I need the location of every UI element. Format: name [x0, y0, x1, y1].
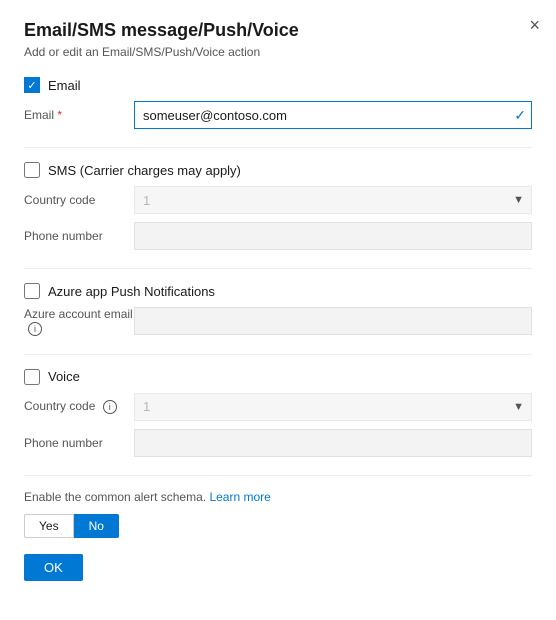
- voice-country-code-wrapper: 1 ▼: [134, 393, 532, 421]
- push-info-icon: i: [28, 322, 42, 336]
- push-email-row: Azure account email i: [24, 307, 532, 336]
- ok-button[interactable]: OK: [24, 554, 83, 581]
- dialog-title: Email/SMS message/Push/Voice: [24, 20, 532, 41]
- push-section-header: Azure app Push Notifications: [24, 283, 532, 299]
- email-input[interactable]: [134, 101, 532, 129]
- push-section-label: Azure app Push Notifications: [48, 284, 215, 299]
- push-email-label: Azure account email i: [24, 307, 134, 336]
- sms-section-header: SMS (Carrier charges may apply): [24, 162, 532, 178]
- close-button[interactable]: ×: [529, 16, 540, 34]
- dialog-title-bar: Email/SMS message/Push/Voice Add or edit…: [24, 20, 532, 59]
- sms-phone-row: Phone number: [24, 222, 532, 250]
- divider-3: [24, 354, 532, 355]
- voice-phone-label: Phone number: [24, 436, 134, 450]
- email-input-wrapper: ✓: [134, 101, 532, 129]
- learn-more-link[interactable]: Learn more: [209, 490, 270, 504]
- sms-section-label: SMS (Carrier charges may apply): [48, 163, 241, 178]
- voice-country-code-label: Country code i: [24, 399, 134, 414]
- no-toggle-button[interactable]: No: [74, 514, 119, 538]
- email-section-header: Email: [24, 77, 532, 93]
- push-email-input[interactable]: [134, 307, 532, 335]
- yes-toggle-button[interactable]: Yes: [24, 514, 74, 538]
- divider-2: [24, 268, 532, 269]
- footer-text: Enable the common alert schema. Learn mo…: [24, 490, 532, 504]
- sms-phone-input[interactable]: [134, 222, 532, 250]
- divider-4: [24, 475, 532, 476]
- sms-country-code-row: Country code 1 ▼: [24, 186, 532, 214]
- voice-section-header: Voice: [24, 369, 532, 385]
- dialog-subtitle: Add or edit an Email/SMS/Push/Voice acti…: [24, 45, 532, 59]
- voice-country-code-select[interactable]: 1: [134, 393, 532, 421]
- voice-section-label: Voice: [48, 369, 80, 384]
- toggle-row: Yes No: [24, 514, 532, 538]
- push-section: Azure app Push Notifications Azure accou…: [24, 283, 532, 336]
- email-field-label: Email: [24, 108, 134, 122]
- email-checkbox[interactable]: [24, 77, 40, 93]
- email-check-icon: ✓: [514, 107, 526, 124]
- email-field-row: Email ✓: [24, 101, 532, 129]
- sms-checkbox[interactable]: [24, 162, 40, 178]
- divider-1: [24, 147, 532, 148]
- sms-country-code-wrapper: 1 ▼: [134, 186, 532, 214]
- email-section: Email Email ✓: [24, 77, 532, 129]
- sms-section: SMS (Carrier charges may apply) Country …: [24, 162, 532, 250]
- voice-phone-input[interactable]: [134, 429, 532, 457]
- voice-info-icon: i: [103, 400, 117, 414]
- sms-country-code-select[interactable]: 1: [134, 186, 532, 214]
- push-checkbox[interactable]: [24, 283, 40, 299]
- dialog: Email/SMS message/Push/Voice Add or edit…: [0, 0, 556, 620]
- voice-section: Voice Country code i 1 ▼ Phone number: [24, 369, 532, 457]
- sms-phone-label: Phone number: [24, 229, 134, 243]
- sms-country-code-label: Country code: [24, 193, 134, 207]
- voice-country-code-row: Country code i 1 ▼: [24, 393, 532, 421]
- email-section-label: Email: [48, 78, 81, 93]
- voice-phone-row: Phone number: [24, 429, 532, 457]
- voice-checkbox[interactable]: [24, 369, 40, 385]
